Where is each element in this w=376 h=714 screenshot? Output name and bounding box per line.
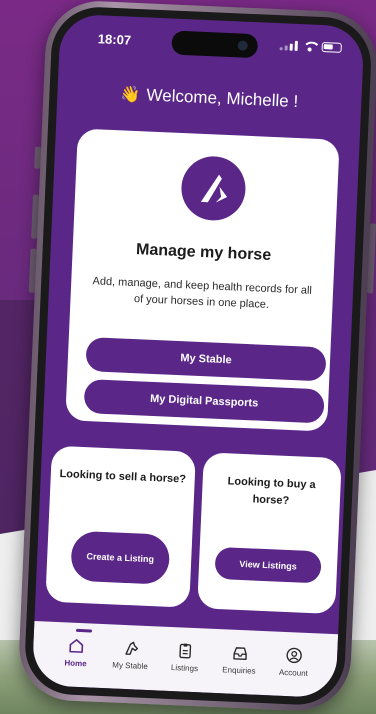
- inbox-icon: [230, 644, 249, 663]
- buy-card-title: Looking to buy a horse?: [227, 475, 316, 508]
- brand-logo-icon: [180, 155, 247, 222]
- tab-listings[interactable]: Listings: [157, 640, 212, 673]
- card-title: Manage my horse: [135, 241, 272, 264]
- welcome-text: Welcome, Michelle !: [146, 85, 299, 112]
- my-stable-button[interactable]: My Stable: [85, 337, 327, 382]
- wave-emoji: 👋: [120, 86, 141, 105]
- card-description: Add, manage, and keep health records for…: [92, 275, 313, 311]
- status-icons: [279, 40, 342, 53]
- welcome-header: 👋 Welcome, Michelle !: [57, 82, 362, 115]
- dynamic-island: [171, 30, 259, 59]
- create-listing-button[interactable]: Create a Listing: [70, 530, 171, 585]
- manage-horse-card: Manage my horse Add, manage, and keep he…: [65, 128, 340, 432]
- tab-bar: Home My Stable Listings Enquiries Accoun…: [31, 621, 339, 699]
- app-screen: 18:07 👋 Welcome, Michelle ! Manage my hor…: [31, 13, 365, 699]
- tab-account[interactable]: Account: [266, 645, 321, 678]
- horse-icon: [121, 639, 140, 658]
- tab-my-stable[interactable]: My Stable: [103, 638, 158, 671]
- view-listings-button[interactable]: View Listings: [214, 546, 322, 584]
- tab-label: Home: [64, 658, 87, 669]
- tab-label: My Stable: [112, 660, 149, 672]
- camera-icon: [237, 40, 248, 51]
- battery-icon: [321, 42, 342, 53]
- status-time: 18:07: [97, 31, 132, 48]
- phone-mockup: 18:07 👋 Welcome, Michelle ! Manage my hor…: [9, 0, 376, 714]
- tab-enquiries[interactable]: Enquiries: [212, 643, 267, 676]
- wifi-icon: [303, 41, 317, 52]
- tab-label: Listings: [170, 663, 199, 674]
- active-tab-indicator: [75, 628, 93, 633]
- my-digital-passports-button[interactable]: My Digital Passports: [83, 379, 325, 424]
- buy-horse-card: Looking to buy a horse? View Listings: [197, 452, 342, 615]
- clipboard-icon: [176, 641, 195, 660]
- tab-label: Account: [278, 667, 309, 678]
- signal-icon: [279, 40, 298, 51]
- home-icon: [67, 636, 86, 655]
- tab-home[interactable]: Home: [48, 636, 103, 669]
- sell-card-title: Looking to sell a horse?: [59, 467, 187, 486]
- account-icon: [285, 646, 304, 665]
- tab-label: Enquiries: [222, 665, 256, 676]
- sell-horse-card: Looking to sell a horse? Create a Listin…: [45, 445, 196, 608]
